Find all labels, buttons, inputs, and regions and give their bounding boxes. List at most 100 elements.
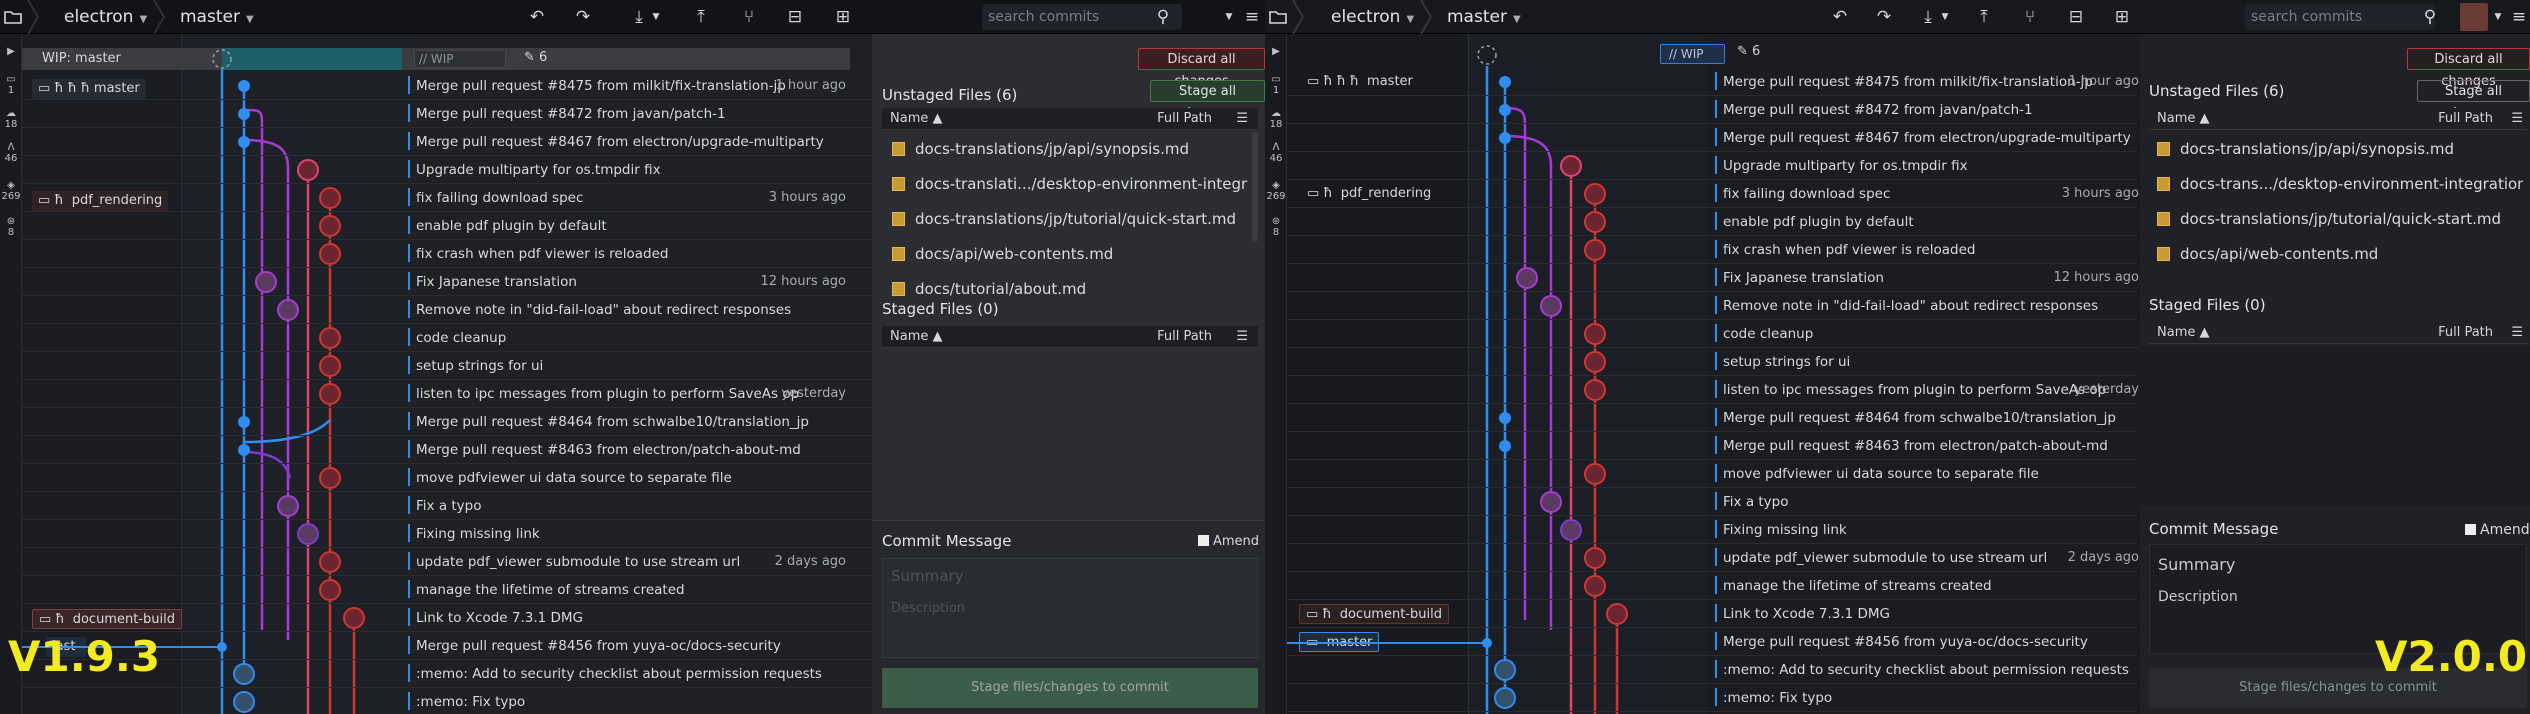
sort-up-icon[interactable]: ▲ [2200,325,2210,340]
amend-checkbox[interactable]: Amend [2465,522,2530,538]
commit-row[interactable]: Fix a typo [408,492,482,520]
commit-row[interactable]: Link to Xcode 7.3.1 DMG [408,604,583,632]
name-column-label[interactable]: Name [2157,111,2195,126]
commit-row[interactable]: Merge pull request #8456 from yuya-oc/do… [1715,628,2088,656]
commit-row[interactable]: move pdfviewer ui data source to separat… [1715,460,2039,488]
sort-up-icon[interactable]: ▲ [2200,111,2210,126]
summary-input[interactable]: Summary [2158,555,2235,574]
name-column-label[interactable]: Name [890,329,928,344]
commit-row[interactable]: :memo: Fix typo [1715,684,1832,712]
file-item[interactable]: docs-translati.../desktop-environment-in… [892,167,1248,202]
commit-message: Upgrade multiparty for os.tmpdir fix [1723,158,1968,174]
file-item[interactable]: docs-translations/jp/tutorial/quick-star… [892,202,1248,237]
sort-up-icon[interactable]: ▲ [933,111,943,126]
commit-message: Fixing missing link [416,526,540,542]
name-column-label[interactable]: Name [2157,325,2195,340]
commit-row[interactable]: code cleanup [408,324,506,352]
file-path: docs-translati.../desktop-environment-in… [915,175,1248,193]
commit-message-label: Commit Message [2149,520,2279,538]
list-view-icon[interactable]: ☰ [2511,108,2523,130]
discard-all-button[interactable]: Discard all changes [1138,48,1265,89]
commit-message: code cleanup [416,330,507,346]
commit-row[interactable]: :memo: Add to security checklist about p… [408,660,822,688]
commit-row[interactable]: Fix a typo [1715,488,1789,516]
file-path: docs-translations/jp/api/synopsis.md [2180,140,2454,158]
commit-row[interactable]: update pdf_viewer submodule to use strea… [1715,544,2047,572]
commit-row[interactable]: Fixing missing link [408,520,540,548]
commit-row[interactable]: fix crash when pdf viewer is reloaded [1715,236,1975,264]
commit-row[interactable]: Merge pull request #8467 from electron/u… [1715,124,2131,152]
commit-marker [408,384,410,402]
commit-message-input[interactable]: Summary Description [882,558,1258,658]
commit-time: 12 hours ago [2053,270,2139,285]
file-item[interactable]: docs-translations/jp/api/synopsis.md [2157,132,2523,167]
file-modified-icon [2157,177,2170,191]
discard-all-button[interactable]: Discard all changes [2407,48,2530,89]
commit-row[interactable]: enable pdf plugin by default [408,212,607,240]
list-view-icon[interactable]: ☰ [1236,108,1248,130]
commit-row[interactable]: :memo: Fix typo [408,688,525,714]
file-item[interactable]: docs-trans.../desktop-environment-integr… [2157,167,2523,202]
commit-marker [1715,632,1717,650]
commit-row[interactable]: Fix Japanese translation [408,268,577,296]
commit-row[interactable]: Upgrade multiparty for os.tmpdir fix [408,156,661,184]
sort-up-icon[interactable]: ▲ [933,329,943,344]
full-path-toggle[interactable]: Full Path [1157,326,1212,348]
commit-message: Fix Japanese translation [1723,270,1884,286]
commit-row[interactable]: Merge pull request #8464 from schwalbe10… [408,408,809,436]
summary-input[interactable]: Summary [891,567,964,585]
commit-row[interactable]: Remove note in "did-fail-load" about red… [1715,292,2098,320]
commit-row[interactable]: Merge pull request #8463 from electron/p… [1715,432,2108,460]
scrollbar[interactable] [1252,132,1258,242]
commit-row[interactable]: move pdfviewer ui data source to separat… [408,464,732,492]
commit-row[interactable]: enable pdf plugin by default [1715,208,1914,236]
stage-all-button[interactable]: Stage all changes [1150,80,1265,121]
stage-all-button[interactable]: Stage all changes [2417,80,2530,121]
commit-message: move pdfviewer ui data source to separat… [416,470,732,486]
full-path-toggle[interactable]: Full Path [2438,108,2493,130]
row-divider [1287,711,2137,712]
file-item[interactable]: docs/api/web-contents.md [2157,237,2523,272]
file-item[interactable]: docs-translations/jp/api/synopsis.md [892,132,1248,167]
description-input[interactable]: Description [891,601,965,616]
commit-row[interactable]: fix failing download spec [408,184,583,212]
unstaged-list-header: Name ▲ Full Path ☰ [882,108,1258,130]
commit-row[interactable]: Merge pull request #8456 from yuya-oc/do… [408,632,781,660]
commit-row[interactable]: code cleanup [1715,320,1813,348]
commit-row[interactable]: Merge pull request #8463 from electron/p… [408,436,801,464]
full-path-toggle[interactable]: Full Path [2438,322,2493,344]
commit-marker [408,356,410,374]
commit-message: fix failing download spec [1723,186,1891,202]
commit-row[interactable]: :memo: Add to security checklist about p… [1715,656,2129,684]
name-column-label[interactable]: Name [890,111,928,126]
commit-row[interactable]: manage the lifetime of streams created [408,576,685,604]
file-item[interactable]: docs/api/web-contents.md [892,237,1248,272]
stage-files-button[interactable]: Stage files/changes to commit [882,668,1258,708]
commit-row[interactable]: Merge pull request #8472 from javan/patc… [408,100,726,128]
commit-row[interactable]: Upgrade multiparty for os.tmpdir fix [1715,152,1968,180]
commit-marker [408,552,410,570]
amend-checkbox[interactable]: Amend [1198,534,1259,549]
commit-row[interactable]: update pdf_viewer submodule to use strea… [408,548,740,576]
commit-row[interactable]: Merge pull request #8467 from electron/u… [408,128,824,156]
commit-row[interactable]: setup strings for ui [408,352,543,380]
file-item[interactable]: docs-translations/jp/tutorial/quick-star… [2157,202,2523,237]
commit-row[interactable]: Link to Xcode 7.3.1 DMG [1715,600,1890,628]
commit-marker [1715,408,1717,426]
commit-row[interactable]: setup strings for ui [1715,348,1850,376]
commit-row[interactable]: Merge pull request #8472 from javan/patc… [1715,96,2033,124]
commit-row[interactable]: Remove note in "did-fail-load" about red… [408,296,791,324]
commit-time: 1 hour ago [2068,74,2139,89]
description-input[interactable]: Description [2158,589,2238,605]
list-view-icon[interactable]: ☰ [1236,326,1248,348]
full-path-toggle[interactable]: Full Path [1157,108,1212,130]
commit-row[interactable]: fix crash when pdf viewer is reloaded [408,240,668,268]
commit-row[interactable]: Merge pull request #8464 from schwalbe10… [1715,404,2116,432]
commit-row[interactable]: manage the lifetime of streams created [1715,572,1992,600]
commit-message: :memo: Add to security checklist about p… [1723,662,2129,678]
commit-row[interactable]: fix failing download spec [1715,180,1890,208]
commit-row[interactable]: Fixing missing link [1715,516,1847,544]
commit-row[interactable]: Fix Japanese translation [1715,264,1884,292]
list-view-icon[interactable]: ☰ [2511,322,2523,344]
staged-header: Staged Files (0) [2149,296,2266,314]
